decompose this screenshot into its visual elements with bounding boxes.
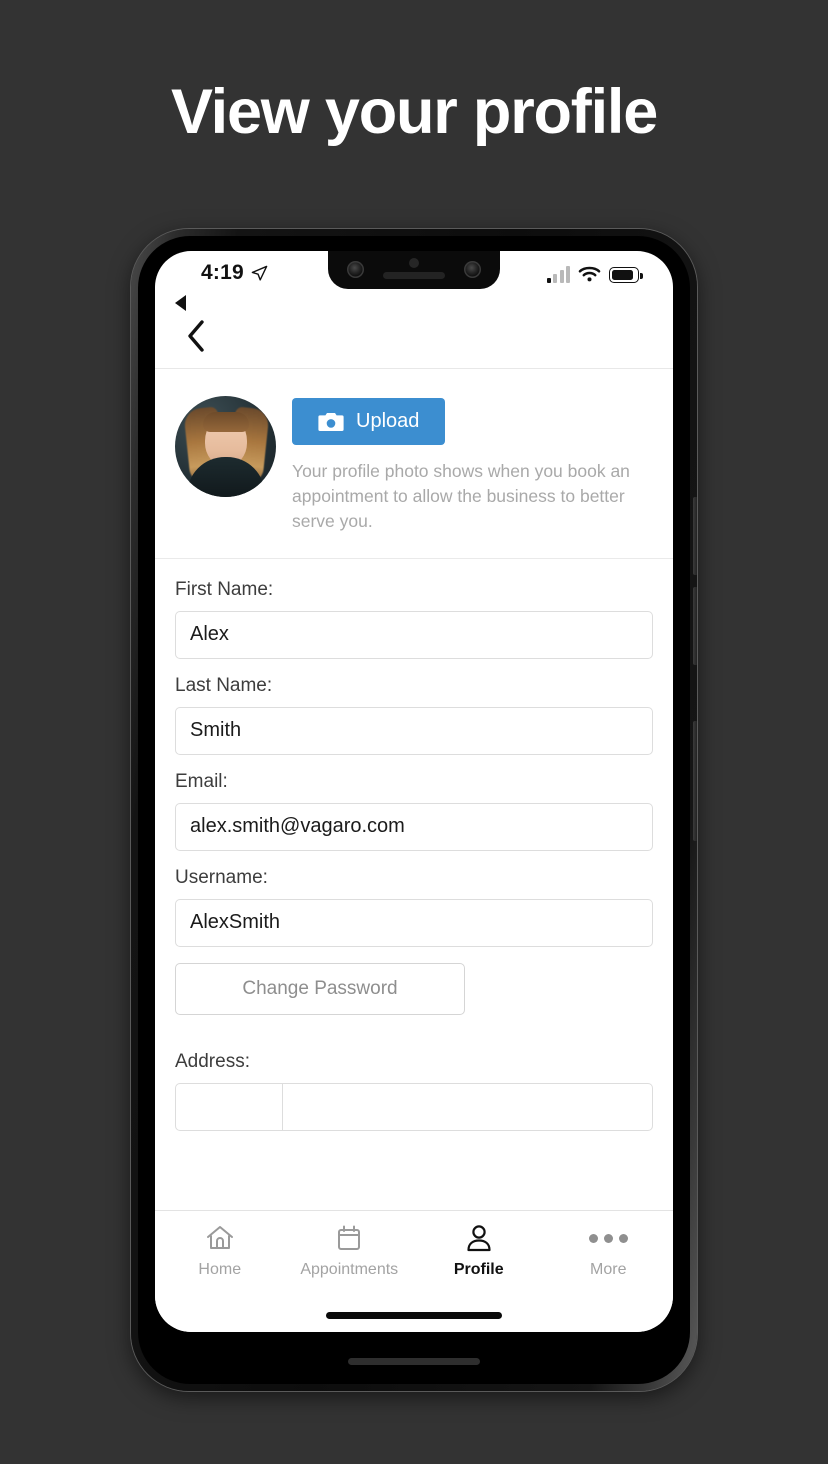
address-street-input[interactable] (283, 1082, 653, 1131)
email-input[interactable]: alex.smith@vagaro.com (175, 802, 653, 851)
upload-button-label: Upload (356, 410, 420, 432)
profile-photo-section: Upload Your profile photo shows when you… (155, 370, 673, 559)
more-dots-icon (588, 1222, 628, 1254)
tab-appointments-label: Appointments (300, 1261, 399, 1278)
calendar-icon (338, 1225, 361, 1250)
phone-screen: 4:19 Upload Your profile photo shows whe… (155, 251, 673, 1332)
field-last-name: Last Name: Smith (175, 675, 653, 755)
location-arrow-icon (251, 265, 268, 281)
field-email: Email: alex.smith@vagaro.com (175, 771, 653, 851)
field-first-name: First Name: Alex (175, 579, 653, 659)
back-triangle-icon[interactable] (175, 295, 186, 311)
tab-appointments[interactable]: Appointments (285, 1211, 415, 1279)
last-name-label: Last Name: (175, 674, 273, 696)
tab-more-label: More (590, 1261, 627, 1278)
upload-button[interactable]: Upload (292, 398, 446, 445)
address-number-input[interactable] (175, 1082, 283, 1131)
home-icon (206, 1226, 233, 1249)
phone-notch (328, 251, 500, 289)
camera-icon (318, 412, 344, 431)
profile-content: Upload Your profile photo shows when you… (155, 370, 673, 1210)
status-time-group: 4:19 (201, 261, 268, 285)
tab-home-label: Home (198, 1261, 242, 1278)
volume-down-button[interactable] (693, 587, 697, 665)
profile-form: First Name: Alex Last Name: Smith Email:… (155, 559, 673, 1131)
wifi-icon (578, 266, 601, 282)
power-button[interactable] (693, 721, 697, 841)
last-name-input[interactable]: Smith (175, 706, 653, 755)
front-camera-right-icon (464, 261, 481, 278)
username-input[interactable]: AlexSmith (175, 898, 653, 947)
username-label: Username: (175, 866, 268, 888)
field-address: Address: (175, 1051, 653, 1131)
field-username: Username: AlexSmith (175, 867, 653, 947)
first-name-input[interactable]: Alex (175, 610, 653, 659)
profile-photo-hint: Your profile photo shows when you book a… (292, 461, 630, 531)
person-icon (467, 1225, 491, 1252)
email-label: Email: (175, 770, 228, 792)
cellular-signal-icon (546, 266, 570, 283)
status-icons-group (546, 265, 643, 283)
page-title: View your profile (170, 77, 658, 147)
screenshot-root: View your profile 4:19 Upload Your profi… (0, 0, 828, 1464)
earpiece-speaker (383, 272, 445, 279)
navigation-bar (155, 307, 673, 369)
photo-actions: Upload Your profile photo shows when you… (292, 396, 653, 534)
sensor-dot-icon (409, 258, 419, 268)
profile-avatar[interactable] (175, 396, 276, 497)
tab-more[interactable]: More (544, 1211, 674, 1279)
front-camera-left-icon (347, 261, 364, 278)
back-chevron-icon[interactable] (178, 318, 214, 354)
phone-frame: 4:19 Upload Your profile photo shows whe… (131, 229, 697, 1391)
first-name-label: First Name: (175, 578, 274, 600)
volume-up-button[interactable] (693, 497, 697, 575)
status-time-label: 4:19 (201, 261, 244, 284)
change-password-button[interactable]: Change Password (175, 962, 465, 1015)
battery-icon (609, 267, 643, 283)
address-label: Address: (175, 1050, 250, 1072)
tab-home[interactable]: Home (155, 1211, 285, 1279)
tab-profile-label: Profile (453, 1261, 504, 1278)
speaker-grille (348, 1358, 480, 1365)
address-row (175, 1082, 653, 1131)
home-indicator[interactable] (326, 1312, 502, 1319)
tab-profile[interactable]: Profile (414, 1211, 544, 1279)
